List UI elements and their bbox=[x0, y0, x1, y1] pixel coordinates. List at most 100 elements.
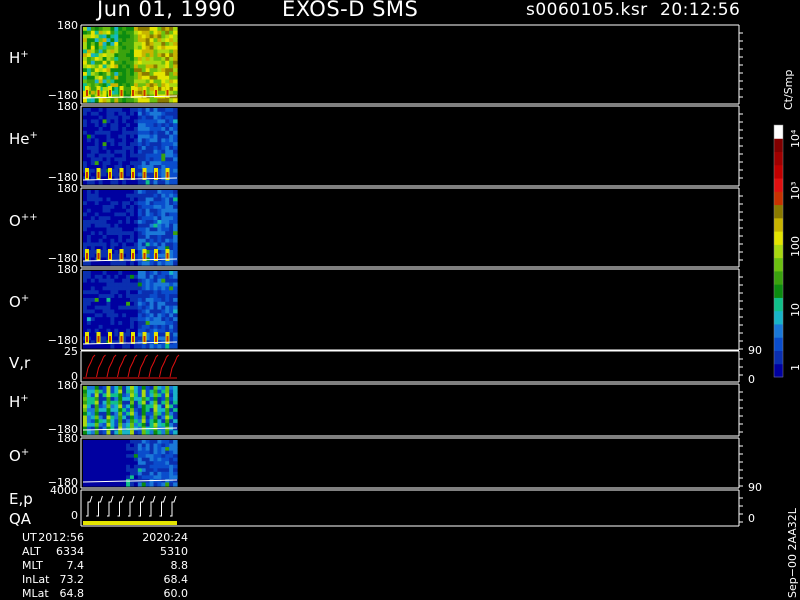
heatmap-cell bbox=[122, 286, 127, 291]
heatmap-cell bbox=[126, 34, 131, 39]
heatmap-cell bbox=[94, 134, 100, 139]
heatmap-cell bbox=[130, 38, 135, 43]
heatmap-cell bbox=[145, 134, 151, 139]
colorbar-segment bbox=[774, 270, 783, 285]
heatmap-cell bbox=[83, 408, 88, 413]
heatmap-cell bbox=[102, 38, 108, 43]
heatmap-cell bbox=[173, 223, 178, 229]
heatmap-cell bbox=[90, 278, 96, 284]
heatmap-streak bbox=[97, 172, 100, 178]
heatmap-cell bbox=[98, 461, 104, 466]
heatmap-cell bbox=[153, 42, 159, 47]
heatmap-cell bbox=[110, 430, 115, 435]
heatmap-cell bbox=[83, 238, 88, 244]
heatmap-cell bbox=[165, 146, 170, 151]
heatmap-cell bbox=[130, 45, 135, 51]
heatmap-cell bbox=[157, 336, 162, 341]
energy-trace bbox=[96, 495, 103, 517]
heatmap-cell bbox=[94, 321, 100, 326]
heatmap-cell bbox=[130, 79, 135, 84]
heatmap-cell bbox=[106, 134, 112, 139]
heatmap-cell bbox=[133, 197, 139, 202]
heatmap-cell bbox=[83, 290, 88, 295]
heatmap-cell bbox=[130, 223, 135, 229]
heatmap-cell bbox=[161, 422, 166, 428]
heatmap-cell bbox=[141, 157, 147, 162]
heatmap-cell bbox=[161, 127, 166, 132]
heatmap-cell bbox=[165, 389, 170, 394]
heatmap-cell bbox=[90, 290, 96, 295]
heatmap-cell bbox=[86, 27, 92, 32]
heatmap-cell bbox=[98, 430, 104, 435]
heatmap-cell bbox=[141, 278, 147, 284]
heatmap-cell bbox=[173, 397, 178, 402]
heatmap-cell bbox=[169, 294, 174, 299]
heatmap-cell bbox=[145, 208, 151, 214]
heatmap-cell bbox=[94, 72, 100, 77]
heatmap-cell bbox=[106, 201, 112, 206]
heatmap-cell bbox=[145, 274, 151, 280]
heatmap-cell bbox=[83, 130, 88, 136]
heatmap-cell bbox=[98, 115, 104, 120]
heatmap-cell bbox=[149, 415, 155, 420]
heatmap-cell bbox=[157, 422, 162, 428]
heatmap-cell bbox=[173, 30, 178, 36]
heatmap-cell bbox=[165, 216, 170, 221]
heatmap-cell bbox=[173, 471, 178, 476]
heatmap-cell bbox=[118, 201, 123, 206]
heatmap-cell bbox=[110, 119, 115, 124]
heatmap-cell bbox=[110, 408, 115, 413]
heatmap-cell bbox=[153, 317, 159, 322]
heatmap-cell bbox=[169, 227, 174, 232]
heatmap-cell bbox=[106, 426, 112, 431]
heatmap-cell bbox=[149, 419, 155, 424]
heatmap-cell bbox=[98, 278, 104, 284]
heatmap-cell bbox=[141, 190, 147, 195]
heatmap-cell bbox=[157, 324, 162, 330]
heatmap-cell bbox=[165, 68, 170, 73]
heatmap-cell bbox=[169, 172, 174, 177]
energy-trace bbox=[117, 495, 124, 517]
heatmap-cell bbox=[126, 461, 131, 466]
heatmap-cell bbox=[153, 457, 159, 462]
panel-label-o-plus-1: O+ bbox=[9, 293, 30, 311]
heatmap-cell bbox=[102, 309, 108, 314]
heatmap-cell bbox=[173, 475, 178, 480]
heatmap-cell bbox=[102, 290, 108, 295]
heatmap-cell bbox=[149, 461, 155, 466]
heatmap-cell bbox=[98, 443, 104, 448]
heatmap-cell bbox=[94, 146, 100, 151]
heatmap-cell bbox=[161, 250, 166, 255]
heatmap-cell bbox=[153, 324, 159, 330]
heatmap-cell bbox=[122, 119, 127, 124]
heatmap-cell bbox=[110, 471, 115, 476]
heatmap-cell bbox=[83, 482, 88, 487]
heatmap-cell bbox=[137, 468, 143, 473]
heatmap-cell bbox=[149, 227, 155, 232]
heatmap-cell bbox=[133, 397, 139, 402]
heatmap-cell bbox=[106, 180, 112, 185]
heatmap-cell bbox=[133, 123, 139, 128]
heatmap-cell bbox=[118, 161, 123, 166]
heatmap-cell bbox=[157, 115, 162, 120]
heatmap-cell bbox=[130, 208, 135, 214]
heatmap-cell bbox=[122, 242, 127, 247]
heatmap-cell bbox=[141, 98, 147, 103]
heatmap-cell bbox=[157, 297, 162, 303]
heatmap-cell bbox=[133, 447, 139, 452]
heatmap-cell bbox=[133, 220, 139, 225]
heatmap-cell bbox=[114, 393, 119, 398]
heatmap-cell bbox=[114, 223, 119, 229]
velocity-trace bbox=[159, 354, 169, 378]
heatmap-cell bbox=[161, 317, 166, 322]
heatmap-cell bbox=[118, 64, 123, 69]
heatmap-cell bbox=[133, 27, 139, 32]
heatmap-cell bbox=[173, 328, 178, 334]
heatmap-cell bbox=[114, 64, 119, 69]
heatmap-cell bbox=[122, 389, 127, 394]
heatmap-cell bbox=[157, 157, 162, 162]
heatmap-cell bbox=[110, 321, 115, 326]
heatmap-cell bbox=[110, 190, 115, 195]
heatmap-cell bbox=[90, 201, 96, 206]
heatmap-cell bbox=[102, 419, 108, 424]
